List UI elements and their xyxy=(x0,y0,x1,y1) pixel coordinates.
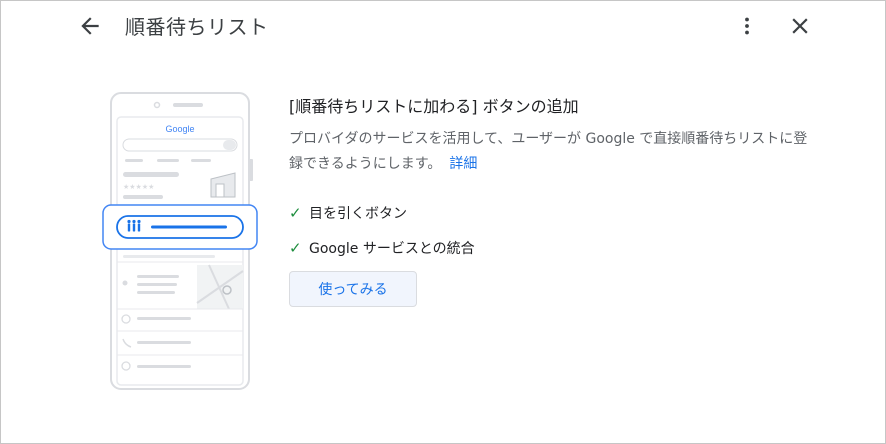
feature-heading: [順番待ちリストに加わる] ボタンの追加 xyxy=(289,97,579,116)
try-it-button[interactable]: 使ってみる xyxy=(289,271,417,307)
svg-text:★★★★★: ★★★★★ xyxy=(123,183,154,191)
feature-description: プロバイダのサービスを活用して、ユーザーが Google で直接順番待ちリストに… xyxy=(289,127,809,177)
more-vert-icon xyxy=(745,17,749,35)
close-button[interactable] xyxy=(787,13,813,39)
details-link[interactable]: 詳細 xyxy=(449,156,477,172)
description-text: プロバイダのサービスを活用して、ユーザーが Google で直接順番待ちリストに… xyxy=(289,131,808,172)
page-title: 順番待ちリスト xyxy=(125,15,269,39)
google-logo: Google xyxy=(165,124,194,134)
feature-label: 目を引くボタン xyxy=(309,206,407,222)
feature-label: Google サービスとの統合 xyxy=(309,241,475,257)
feature-item: ✓ Google サービスとの統合 xyxy=(289,236,829,260)
more-options-button[interactable] xyxy=(735,13,759,39)
phone-illustration: Google ★★★★★ xyxy=(99,89,261,393)
feature-item: ✓ 目を引くボタン xyxy=(289,201,829,225)
back-button[interactable] xyxy=(77,13,103,39)
feature-list: ✓ 目を引くボタン ✓ Google サービスとの統合 xyxy=(289,201,829,260)
people-icon xyxy=(127,219,141,232)
dialog: 順番待ちリスト Google ★★★★★ [順番待ちリストに加わる] ボタンの追… xyxy=(0,0,886,444)
check-icon: ✓ xyxy=(289,239,302,257)
promo-content: [順番待ちリストに加わる] ボタンの追加 プロバイダのサービスを活用して、ユーザ… xyxy=(289,96,829,307)
arrow-back-icon xyxy=(81,17,99,35)
close-icon xyxy=(792,18,808,34)
check-icon: ✓ xyxy=(289,204,302,222)
